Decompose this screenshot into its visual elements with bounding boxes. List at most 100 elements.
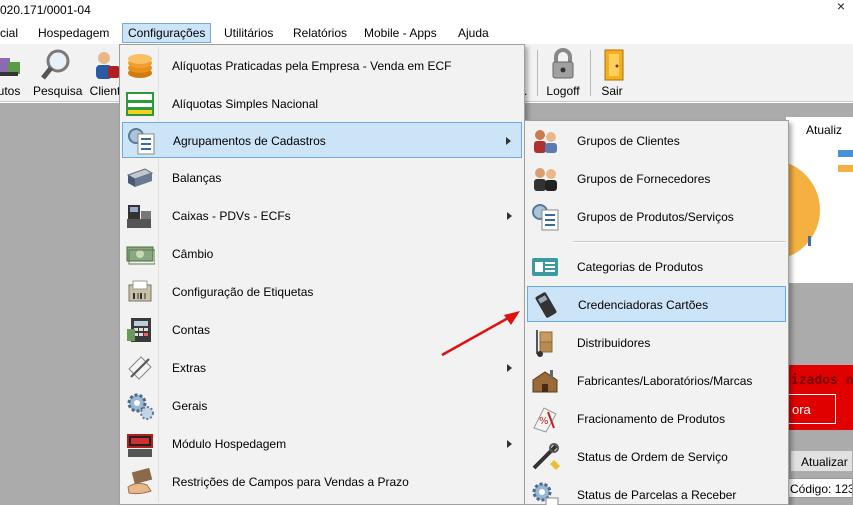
magnifier-icon [39,48,73,82]
label-printer-icon [125,277,155,307]
menu-item-label: Configuração de Etiquetas [172,285,314,299]
submenu-separator [573,241,786,243]
toolbar-label: Pesquisa [33,84,83,98]
menu-hospedagem[interactable]: Hospedagem [38,26,109,40]
submenu-arrow-icon [506,137,511,145]
alert-button[interactable]: ora [786,394,836,424]
menu-item-label: Módulo Hospedagem [172,437,287,451]
toolbar-label: utos [0,84,21,98]
submenu-item-credenciadoras[interactable]: Credenciadoras Cartões [527,286,786,322]
toolbar-button-produtos[interactable]: utos [0,48,26,98]
factory-icon [530,366,560,396]
submenu-item-categorias[interactable]: Categorias de Produtos [527,249,786,285]
menu-utilitarios[interactable]: Utilitários [224,26,273,40]
gears-status-icon [530,480,560,505]
menu-item-label: Alíquotas Simples Nacional [172,97,319,111]
menu-item-label: Status de Parcelas a Receber [577,488,737,502]
window-titlebar: 020.171/0001-04 × [0,0,853,22]
menu-item-label: Grupos de Produtos/Serviços [577,210,734,224]
menu-item-label: Status de Ordem de Serviço [577,450,728,464]
padlock-icon [546,48,580,82]
clients-icon [88,48,122,82]
panel-title: Atualiz [806,123,843,137]
menu-item-label: Categorias de Produtos [577,260,704,274]
hand-money-icon [125,467,155,497]
card-machine-icon [531,290,561,320]
pie-chart-edge [808,236,811,246]
menu-item-label: Restrições de Campos para Vendas a Prazo [172,475,409,489]
pen-icon [125,353,155,383]
refresh-button[interactable]: Atualizar [790,450,853,472]
menu-item-label: Fracionamento de Produtos [577,412,726,426]
window-title: 020.171/0001-04 [0,3,91,17]
menu-item-label: Distribuidores [577,336,651,350]
hand-truck-icon [530,328,560,358]
configuracoes-menu: Alíquotas Praticadas pela Empresa - Vend… [119,44,525,505]
toolbar-button-logoff[interactable]: Logoff [544,48,582,98]
cash-register-icon [125,201,155,231]
menu-item-label: Credenciadoras Cartões [578,298,709,312]
menu-item-label: Fabricantes/Laboratórios/Marcas [577,374,753,388]
menu-item-label: Alíquotas Praticadas pela Empresa - Vend… [172,59,452,73]
submenu-item-status-os[interactable]: Status de Ordem de Serviço [527,439,786,475]
legend-swatch-blue [838,150,853,157]
menu-item-label: Balanças [172,171,222,185]
toolbar-button-sair[interactable]: Sair [597,48,627,98]
toolbar-button-clientes[interactable]: Client [88,48,122,98]
menubar: cial Hospedagem Configurações Utilitário… [0,22,853,44]
menu-item-balancas[interactable]: Balanças [122,160,522,196]
suppliers-group-icon [530,164,560,194]
products-icon [0,48,26,82]
toolbar-separator [590,50,591,96]
submenu-arrow-icon [507,212,512,220]
hotel-sign-icon [125,429,155,459]
menu-mobile-apps[interactable]: Mobile - Apps [364,26,437,40]
scale-icon [125,163,155,193]
submenu-item-distribuidores[interactable]: Distribuidores [527,325,786,361]
menu-item-cambio[interactable]: Câmbio [122,236,522,272]
submenu-item-fracionamento[interactable]: % Fracionamento de Produtos [527,401,786,437]
menu-comercial[interactable]: cial [0,26,18,40]
calculator-icon [125,315,155,345]
menu-item-aliquotas-simples[interactable]: Alíquotas Simples Nacional [122,86,522,122]
gears-list-icon [530,202,560,232]
submenu-arrow-icon [507,440,512,448]
annotation-arrow-icon [441,311,520,357]
submenu-item-grupos-fornecedores[interactable]: Grupos de Fornecedores [527,161,786,197]
menu-item-caixas[interactable]: Caixas - PDVs - ECFs [122,198,522,234]
code-field[interactable]: Código: 1234 [786,478,853,498]
menu-item-label: Grupos de Fornecedores [577,172,711,186]
menu-configuracoes[interactable]: Configurações [122,23,212,43]
exit-door-icon [597,48,631,82]
tools-icon [530,442,560,472]
alert-text: izados n [791,373,853,388]
menu-item-gerais[interactable]: Gerais [122,388,522,424]
menu-ajuda[interactable]: Ajuda [458,26,489,40]
submenu-item-status-parcelas[interactable]: Status de Parcelas a Receber [527,477,786,505]
people-group-icon [530,126,560,156]
menu-item-hospedagem[interactable]: Módulo Hospedagem [122,426,522,462]
toolbar-label: Sair [601,84,623,98]
banknotes-icon [125,239,156,269]
menu-item-label: Agrupamentos de Cadastros [173,134,326,148]
gears-list-icon [126,126,156,156]
close-icon[interactable]: × [837,0,845,14]
menu-item-restricoes[interactable]: Restrições de Campos para Vendas a Prazo [122,464,522,500]
menu-item-agrupamentos[interactable]: Agrupamentos de Cadastros [122,122,522,158]
menu-item-label: Câmbio [172,247,214,261]
menu-item-label: Grupos de Clientes [577,134,680,148]
alert-panel: izados n ora [786,365,853,430]
category-card-icon [530,252,560,282]
submenu-arrow-icon [507,364,512,372]
submenu-item-grupos-produtos[interactable]: Grupos de Produtos/Serviços [527,199,786,235]
toolbar-separator [537,50,538,96]
agrupamentos-submenu: Grupos de Clientes Grupos de Fornecedore… [524,120,789,505]
submenu-item-fabricantes[interactable]: Fabricantes/Laboratórios/Marcas [527,363,786,399]
svg-text:%: % [539,416,549,427]
toolbar-button-pesquisa[interactable]: Pesquisa [33,48,83,98]
menu-item-aliquotas-ecf[interactable]: Alíquotas Praticadas pela Empresa - Vend… [122,48,522,84]
menu-relatorios[interactable]: Relatórios [293,26,347,40]
toolbar-label: Logoff [546,84,580,98]
menu-item-label: Gerais [172,399,208,413]
submenu-item-grupos-clientes[interactable]: Grupos de Clientes [527,123,786,159]
